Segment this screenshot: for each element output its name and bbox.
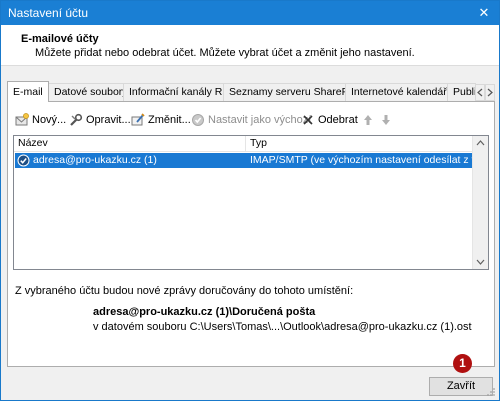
close-button[interactable]: Zavřít [429, 377, 493, 396]
new-account-icon [15, 113, 29, 127]
repair-button[interactable]: Opravit... [69, 111, 131, 129]
wrench-icon [69, 113, 83, 127]
tab-scroll-right[interactable] [485, 84, 495, 101]
account-settings-dialog: Nastavení účtu ✕ E-mailové účty Můžete p… [0, 0, 500, 401]
move-down-button[interactable] [379, 111, 396, 129]
change-button-label: Změnit... [148, 114, 191, 126]
column-header-name[interactable]: Název [14, 136, 246, 152]
tab-data-files[interactable]: Datové soubory [48, 83, 124, 102]
account-type-cell: IMAP/SMTP (ve výchozím nastavení odesíla… [250, 154, 472, 166]
window-title: Nastavení účtu [8, 6, 89, 20]
tab-strip: E-mail Datové soubory Informační kanály … [7, 81, 495, 102]
change-account-icon [131, 113, 145, 127]
delivery-folder: adresa@pro-ukazku.cz (1)\Doručená pošta [93, 306, 316, 318]
close-icon[interactable]: ✕ [469, 1, 499, 25]
arrow-down-icon [379, 113, 393, 127]
table-row[interactable]: adresa@pro-ukazku.cz (1) IMAP/SMTP (ve v… [15, 153, 474, 168]
accounts-list[interactable]: Název Typ adresa@pro-ukazku.cz (1) IMAP/… [13, 135, 489, 270]
header-panel: E-mailové účty Můžete přidat nebo odebra… [1, 25, 499, 66]
delete-x-icon [301, 113, 315, 127]
title-bar: Nastavení účtu ✕ [1, 1, 499, 25]
check-circle-icon [191, 113, 205, 127]
toolbar: Nový... Opravit... Změnit... Nastavit ja… [9, 111, 429, 129]
chevron-left-icon [477, 88, 483, 97]
tab-scroll-left[interactable] [475, 84, 485, 101]
new-button-label: Nový... [32, 114, 67, 126]
scroll-up-icon[interactable] [473, 136, 488, 150]
tab-sharepoint-lists[interactable]: Seznamy serveru SharePoint [223, 83, 346, 102]
tab-rss-feeds[interactable]: Informační kanály RSS [123, 83, 224, 102]
default-account-check-icon [17, 153, 31, 168]
column-header-type[interactable]: Typ [246, 136, 474, 152]
tab-published-calendars[interactable]: Publi [447, 83, 476, 102]
change-button[interactable]: Změnit... [131, 111, 191, 129]
account-name-cell: adresa@pro-ukazku.cz (1) [33, 154, 157, 166]
move-up-button[interactable] [361, 111, 378, 129]
delivery-data-file-path: v datovém souboru C:\Users\Tomas\...\Out… [93, 321, 472, 333]
header-description: Můžete přidat nebo odebrat účet. Můžete … [35, 47, 415, 59]
callout-badge: 1 [453, 354, 472, 373]
repair-button-label: Opravit... [86, 114, 131, 126]
chevron-right-icon [487, 88, 493, 97]
new-button[interactable]: Nový... [15, 111, 66, 129]
set-default-button-label: Nastavit jako výchozí [208, 114, 312, 126]
tab-internet-calendars[interactable]: Internetové kalendáře [345, 83, 448, 102]
tab-email[interactable]: E-mail [7, 81, 49, 102]
scroll-down-icon[interactable] [473, 255, 488, 269]
arrow-up-icon [361, 113, 375, 127]
set-default-button[interactable]: Nastavit jako výchozí [191, 111, 311, 129]
remove-button-label: Odebrat [318, 114, 358, 126]
delivery-location-label: Z vybraného účtu budou nové zprávy doruč… [15, 285, 354, 297]
remove-button[interactable]: Odebrat [301, 111, 358, 129]
vertical-scrollbar[interactable] [472, 136, 488, 269]
resize-grip-icon[interactable] [486, 387, 496, 397]
header-title: E-mailové účty [21, 33, 99, 45]
